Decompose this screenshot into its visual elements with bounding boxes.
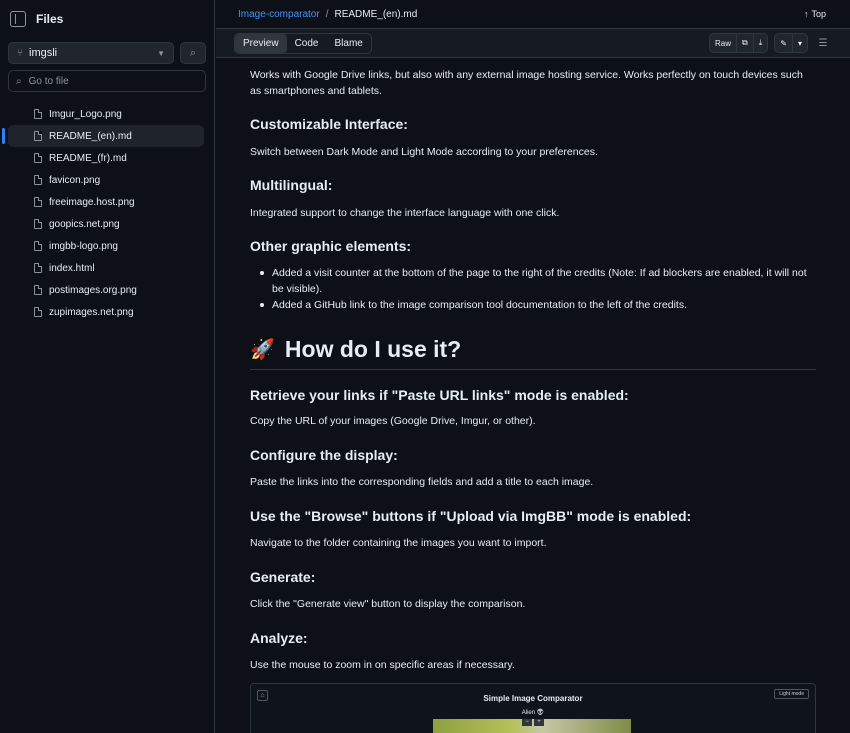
chevron-down-icon: ▼ — [157, 48, 165, 58]
file-name: goopics.net.png — [49, 218, 120, 230]
sidebar-title: Files — [36, 12, 64, 26]
list-item: Added a visit counter at the bottom of t… — [250, 265, 815, 297]
file-name: postimages.org.png — [49, 284, 137, 296]
paragraph-generate: Click the "Generate view" button to disp… — [250, 598, 526, 610]
heading-other-graphic-elements: Other graphic elements: — [250, 238, 412, 254]
edit-pencil-icon[interactable]: ✎ — [775, 34, 793, 52]
file-name: index.html — [49, 262, 95, 274]
paragraph-interface: Switch between Dark Mode and Light Mode … — [250, 146, 598, 158]
list-item: Added a GitHub link to the image compari… — [250, 297, 815, 313]
zoom-controls: − + — [522, 719, 544, 726]
breadcrumb: Image-comparator / README_(en).md ↑ Top — [216, 0, 850, 28]
zoom-in-icon: + — [534, 719, 544, 726]
file-icon — [34, 197, 42, 207]
heading-customizable-interface: Customizable Interface: — [250, 116, 408, 132]
download-icon[interactable]: ⤓ — [754, 34, 768, 52]
file-item[interactable]: goopics.net.png — [8, 213, 204, 235]
file-toolbar: Preview Code Blame Raw ⧉ ⤓ ✎ ▾ ☰ — [216, 28, 850, 58]
heading-configure-display: Configure the display: — [250, 447, 398, 463]
breadcrumb-current-file: README_(en).md — [334, 8, 418, 20]
heading-browse-buttons: Use the "Browse" buttons if "Upload via … — [250, 508, 692, 524]
go-to-file-placeholder: Go to file — [28, 75, 69, 87]
file-icon — [34, 153, 42, 163]
paragraph-browse: Navigate to the folder containing the im… — [250, 537, 547, 549]
top-label: Top — [811, 9, 826, 19]
file-name: zupimages.net.png — [49, 306, 134, 318]
paragraph-retrieve: Copy the URL of your images (Google Driv… — [250, 415, 536, 427]
app-preview-screenshot: ⌂ Light mode Simple Image Comparator Ali… — [250, 683, 816, 733]
top-link[interactable]: ↑ Top — [804, 9, 826, 19]
file-name: README_(fr).md — [49, 152, 127, 164]
view-mode-tabs: Preview Code Blame — [234, 32, 372, 54]
file-item[interactable]: imgbb-logo.png — [8, 235, 204, 257]
file-list: Imgur_Logo.png README_(en).md README_(fr… — [0, 103, 214, 323]
file-item[interactable]: zupimages.net.png — [8, 301, 204, 323]
search-button[interactable]: ⌕ — [180, 42, 206, 64]
go-to-file-input[interactable]: ⌕ Go to file — [8, 70, 206, 92]
raw-button[interactable]: Raw — [710, 34, 738, 52]
sidebar-header: Files — [0, 0, 214, 38]
preview-title: Simple Image Comparator — [483, 694, 583, 703]
file-item[interactable]: Imgur_Logo.png — [8, 103, 204, 125]
search-icon: ⌕ — [16, 75, 22, 87]
paragraph-configure: Paste the links into the corresponding f… — [250, 476, 594, 488]
file-item[interactable]: README_(fr).md — [8, 147, 204, 169]
collapse-sidebar-icon[interactable] — [10, 11, 26, 27]
file-icon — [34, 219, 42, 229]
zoom-out-icon: − — [522, 719, 532, 726]
file-icon — [34, 241, 42, 251]
file-icon — [34, 175, 42, 185]
intro-paragraph: Works with Google Drive links, but also … — [250, 69, 803, 97]
file-icon — [34, 109, 42, 119]
breadcrumb-repo-link[interactable]: Image-comparator — [238, 9, 320, 20]
bullet-list: Added a visit counter at the bottom of t… — [250, 265, 815, 313]
raw-actions-group: Raw ⧉ ⤓ — [709, 33, 769, 53]
branch-icon: ⑂ — [17, 47, 23, 59]
heading-analyze: Analyze: — [250, 630, 308, 646]
paragraph-analyze: Use the mouse to zoom in on specific are… — [250, 659, 515, 671]
file-icon — [34, 131, 42, 141]
heading-retrieve-links: Retrieve your links if "Paste URL links"… — [250, 387, 629, 403]
branch-selector[interactable]: ⑂ imgsli ▼ — [8, 42, 174, 64]
preview-subtitle: Alien 👽 — [521, 710, 545, 716]
heading-multilingual: Multilingual: — [250, 177, 333, 193]
arrow-up-icon: ↑ — [803, 9, 809, 19]
paragraph-multilingual: Integrated support to change the interfa… — [250, 207, 560, 219]
chevron-down-icon[interactable]: ▾ — [793, 34, 807, 52]
edit-actions-group: ✎ ▾ — [774, 33, 808, 53]
file-name: README_(en).md — [49, 130, 132, 142]
branch-row: ⑂ imgsli ▼ ⌕ — [0, 38, 214, 64]
heading-generate: Generate: — [250, 569, 316, 585]
breadcrumb-separator: / — [325, 8, 329, 20]
tab-preview[interactable]: Preview — [235, 33, 287, 53]
heading-text: How do I use it? — [284, 336, 462, 362]
file-actions: Raw ⧉ ⤓ ✎ ▾ ☰ — [709, 33, 832, 53]
copy-icon[interactable]: ⧉ — [737, 34, 754, 52]
file-icon — [34, 263, 42, 273]
file-item[interactable]: favicon.png — [8, 169, 204, 191]
outline-list-icon[interactable]: ☰ — [814, 38, 832, 49]
heading-how-do-i-use-it: 🚀 How do I use it? — [250, 336, 816, 370]
file-item[interactable]: index.html — [8, 257, 204, 279]
file-item[interactable]: freeimage.host.png — [8, 191, 204, 213]
readme-content: Works with Google Drive links, but also … — [250, 58, 820, 733]
file-name: Imgur_Logo.png — [49, 108, 122, 120]
file-item-active[interactable]: README_(en).md — [2, 125, 204, 147]
rocket-icon: 🚀 — [250, 339, 275, 361]
file-tree-sidebar: Files ⑂ imgsli ▼ ⌕ ⌕ Go to file Imgur_Lo… — [0, 0, 215, 733]
tab-blame[interactable]: Blame — [326, 34, 370, 53]
tab-code[interactable]: Code — [287, 34, 327, 53]
branch-name: imgsli — [29, 47, 58, 59]
file-name: favicon.png — [49, 174, 101, 186]
file-icon — [34, 307, 42, 317]
file-item[interactable]: postimages.org.png — [8, 279, 204, 301]
file-icon — [34, 285, 42, 295]
file-name: freeimage.host.png — [49, 196, 135, 208]
file-name: imgbb-logo.png — [49, 240, 118, 252]
search-icon: ⌕ — [189, 46, 197, 59]
